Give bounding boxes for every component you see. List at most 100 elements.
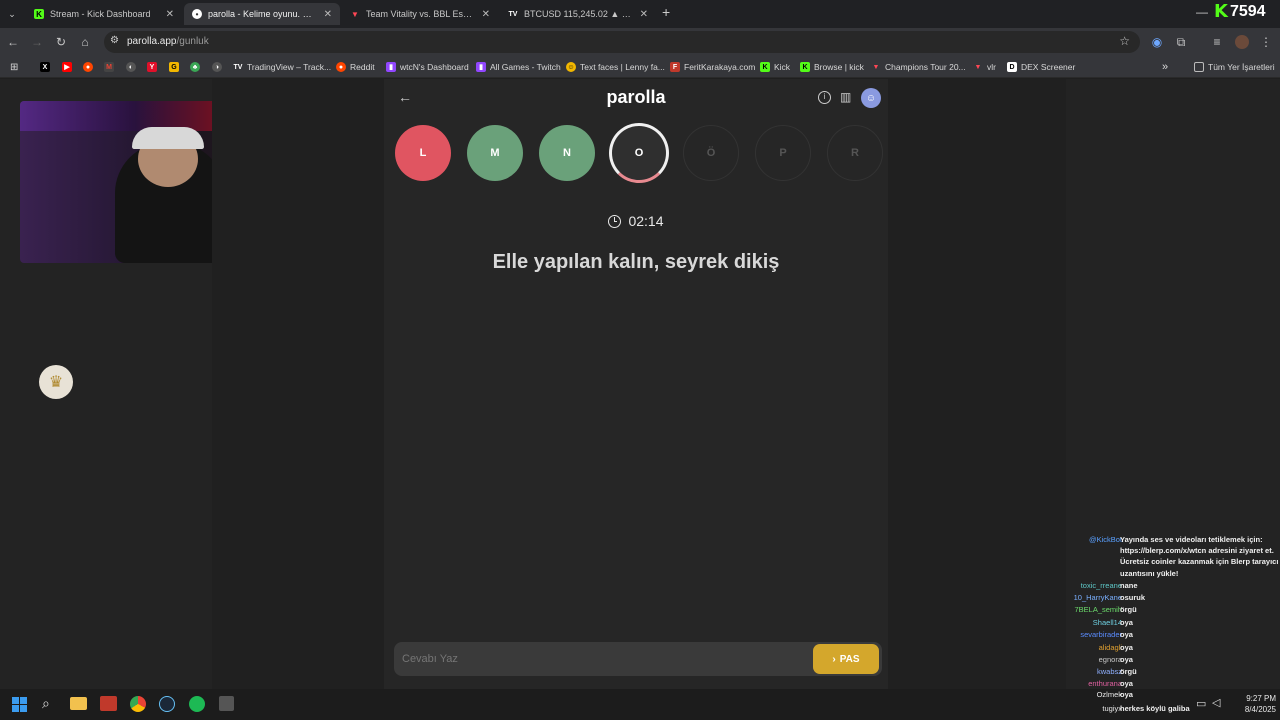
browser-toolbar: ← → ↻ ⌂ ⚙ parolla.app/gunluk ☆ ◉ ⧉ ≡ ⋮ [0, 28, 1280, 56]
chat-username: Shaell14 [1092, 618, 1122, 627]
reddit-icon: ● [336, 62, 346, 72]
chat-username: 7BELA_semih [1074, 605, 1122, 614]
youtube-icon[interactable]: ▶ [62, 60, 76, 74]
taskbar: ⌕ Ozlmek oya tugiyx herkes köylü galiba ▭ … [0, 689, 1280, 720]
close-icon[interactable]: ✕ [640, 9, 648, 20]
answer-bar: › PAS [394, 642, 882, 676]
bookmark-star-icon[interactable]: ☆ [1119, 34, 1130, 48]
page-content: ♛ ← parolla i ▥ ☺ L M N O Ö P R 02:14 El… [0, 79, 1280, 689]
tab-btcusd[interactable]: TV BTCUSD 115,245.02 ▲ +0.9% U ✕ [500, 3, 656, 25]
chat-message: oya [1120, 618, 1133, 627]
all-bookmarks-button[interactable]: Tüm Yer İşaretleri [1194, 60, 1275, 74]
profile-avatar[interactable] [1235, 35, 1249, 49]
chat-overlay: @KickBot Yayında ses ve videoları tetikle… [1066, 79, 1280, 689]
close-icon[interactable]: ✕ [324, 9, 332, 20]
search-icon[interactable]: ⌕ [42, 695, 50, 712]
bookmark-text-faces[interactable]: ☺ Text faces | Lenny fa... [566, 60, 665, 74]
globe-2-icon[interactable]: ◑ [212, 60, 226, 74]
extension-voice-icon[interactable]: ◉ [1149, 34, 1165, 50]
chat-username: Ozlmek [1096, 690, 1122, 699]
smiley-icon: ☺ [566, 62, 576, 72]
tray-time: 9:27 PM [1246, 694, 1276, 703]
kick-icon: K [34, 9, 44, 19]
menu-kebab-icon[interactable]: ⋮ [1258, 34, 1274, 50]
info-icon[interactable]: i [818, 91, 831, 104]
close-icon[interactable]: ✕ [166, 9, 174, 20]
twitch-icon: ▮ [476, 62, 486, 72]
site-info-icon[interactable]: ⚙ [110, 35, 119, 46]
back-icon[interactable]: ← [5, 34, 21, 50]
tray-date: 8/4/2025 [1244, 705, 1276, 714]
chat-message: uzantısını yükle! [1120, 569, 1179, 578]
tab-search-icon[interactable]: ⌄ [4, 6, 20, 22]
kick-overlay-badge: K 7594 [1214, 1, 1266, 22]
green-leaf-icon[interactable]: ♣ [190, 60, 204, 74]
bookmark-all-games-twitch[interactable]: ▮ All Games - Twitch [476, 60, 561, 74]
globe-icon[interactable]: ◐ [126, 60, 140, 74]
forward-icon[interactable]: → [29, 34, 45, 50]
tab-parolla[interactable]: • parolla - Kelime oyunu. Günlük ✕ [184, 3, 340, 25]
letter-circle-r: R [827, 125, 883, 181]
windows-start-icon[interactable] [12, 697, 27, 712]
new-tab-button[interactable]: + [662, 4, 670, 20]
stats-icon[interactable]: ▥ [840, 90, 851, 104]
pass-button[interactable]: › PAS [813, 644, 879, 674]
media-control-icon[interactable]: ≡ [1209, 34, 1225, 50]
x-icon[interactable]: X [40, 60, 54, 74]
valorant-icon: ▼ [974, 63, 982, 71]
url-path: /gunluk [176, 36, 209, 47]
bookmark-kick[interactable]: K Kick [760, 60, 790, 74]
app-tile-icon[interactable] [219, 696, 234, 711]
chat-message: osuruk [1120, 593, 1146, 602]
video-app-icon[interactable] [100, 696, 117, 711]
gmail-icon[interactable]: M [104, 60, 118, 74]
file-explorer-icon[interactable] [70, 697, 87, 710]
timer: 02:14 [384, 213, 888, 229]
ferit-icon: F [670, 62, 680, 72]
reddit-small-icon[interactable]: ● [83, 60, 97, 74]
steam-icon[interactable] [159, 696, 175, 712]
chrome-icon[interactable] [130, 696, 146, 712]
timer-value: 02:14 [628, 213, 664, 229]
chat-message: oya [1120, 643, 1133, 652]
chat-username: @KickBot [1088, 535, 1122, 544]
bookmark-browse-kick[interactable]: K Browse | kick [800, 60, 864, 74]
close-icon[interactable]: ✕ [482, 9, 490, 20]
bookmark-reddit[interactable]: ● Reddit [336, 60, 375, 74]
address-bar[interactable]: ⚙ parolla.app/gunluk ☆ [104, 31, 1140, 53]
gold-icon[interactable]: G [169, 60, 183, 74]
chat-message: oya [1120, 690, 1133, 699]
bookmark-vlr[interactable]: ▼ vlr [973, 60, 996, 74]
tab-team-vitality[interactable]: ▼ Team Vitality vs. BBL Esports | V ✕ [342, 3, 498, 25]
bookmark-dex-screener[interactable]: D DEX Screener [1007, 60, 1075, 74]
network-icon[interactable]: ▭ [1196, 697, 1206, 710]
answer-input[interactable] [402, 648, 802, 670]
chat-message: örgü [1120, 667, 1137, 676]
spotify-icon[interactable] [189, 696, 205, 712]
minimize-button[interactable]: — [1196, 5, 1208, 19]
extensions-icon[interactable]: ⧉ [1173, 34, 1189, 50]
user-avatar[interactable]: ☺ [861, 88, 881, 108]
kick-icon: K [800, 62, 810, 72]
bookmark-tradingview[interactable]: TV TradingView – Track... [233, 60, 332, 74]
game-title: parolla [606, 87, 666, 107]
apps-grid-icon[interactable]: ⊞ [10, 60, 18, 74]
parolla-icon: • [192, 9, 202, 19]
kick-icon: K [760, 62, 770, 72]
parolla-game: ← parolla i ▥ ☺ L M N O Ö P R 02:14 Elle… [384, 79, 888, 689]
yandex-icon[interactable]: Y [147, 60, 161, 74]
clock-icon [608, 214, 622, 228]
volume-icon[interactable]: ◁ [1212, 696, 1220, 709]
chat-username: kwabsz [1096, 667, 1122, 676]
letter-circle-o-current: O [609, 123, 669, 183]
clock-tray[interactable]: 9:27 PM 8/4/2025 [1230, 693, 1276, 715]
tab-strip: ⌄ K Stream - Kick Dashboard ✕ • parolla … [0, 0, 1280, 28]
home-icon[interactable]: ⌂ [77, 34, 93, 50]
more-bookmarks-icon[interactable]: » [1162, 60, 1168, 74]
tab-kick-dashboard[interactable]: K Stream - Kick Dashboard ✕ [26, 3, 182, 25]
bookmark-feritkarakaya[interactable]: F FeritKarakaya.com [670, 60, 755, 74]
reload-icon[interactable]: ↻ [53, 34, 69, 50]
bookmark-wtcn-dashboard[interactable]: ▮ wtcN's Dashboard [386, 60, 469, 74]
bookmark-champions-tour[interactable]: ▼ Champions Tour 20... [871, 60, 966, 74]
valorant-icon: ▼ [872, 63, 880, 71]
